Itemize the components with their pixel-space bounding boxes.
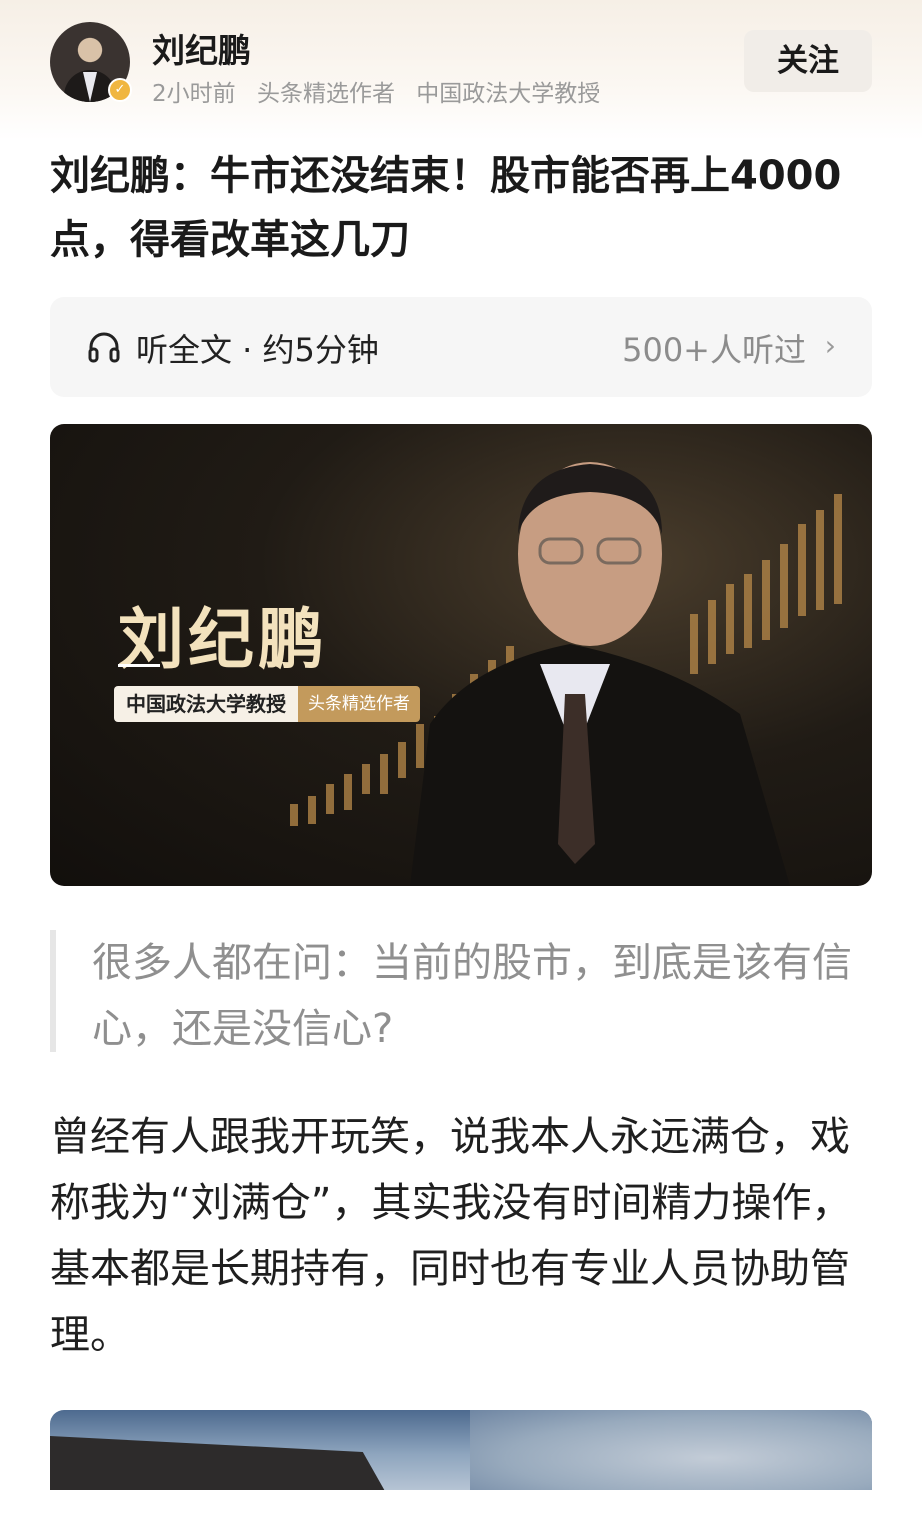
hero-divider bbox=[118, 664, 160, 667]
bottom-fade bbox=[0, 1490, 922, 1538]
author-header: ✓ 刘纪鹏 2小时前 头条精选作者 中国政法大学教授 关注 bbox=[50, 20, 872, 110]
post-time: 2小时前 bbox=[152, 81, 236, 107]
author-title: 中国政法大学教授 bbox=[416, 81, 601, 107]
listen-count: 500+人听过 bbox=[622, 331, 806, 369]
follow-button[interactable]: 关注 bbox=[744, 30, 872, 92]
article-quote: 很多人都在问：当前的股市，到底是该有信心，还是没信心? bbox=[50, 930, 872, 1052]
portrait-figure bbox=[410, 462, 790, 886]
author-meta: 2小时前 头条精选作者 中国政法大学教授 bbox=[152, 74, 614, 108]
hero-tag-badge: 头条精选作者 bbox=[298, 686, 420, 722]
listen-label: 听全文 · 约5分钟 bbox=[136, 331, 379, 369]
article-title: 刘纪鹏：牛市还没结束！股市能否再上4000点，得看改革这几刀 bbox=[50, 153, 842, 263]
chevron-right-icon: › bbox=[824, 329, 836, 362]
article-paragraph: 曾经有人跟我开玩笑，说我本人永远满仓，戏称我为“刘满仓”，其实我没有时间精力操作… bbox=[50, 1114, 852, 1358]
building-roof bbox=[50, 1436, 390, 1490]
sky-clouds bbox=[470, 1410, 872, 1490]
author-badge: 头条精选作者 bbox=[256, 81, 395, 107]
listen-full-text-bar[interactable]: 听全文 · 约5分钟 500+人听过 › bbox=[50, 297, 872, 397]
verified-badge-icon: ✓ bbox=[108, 78, 132, 102]
author-name[interactable]: 刘纪鹏 bbox=[152, 24, 251, 72]
hero-name: 刘纪鹏 bbox=[118, 601, 328, 678]
headphone-icon bbox=[88, 332, 120, 363]
hero-tag-title: 中国政法大学教授 bbox=[114, 686, 298, 722]
hero-image[interactable]: 刘纪鹏 中国政法大学教授 头条精选作者 bbox=[50, 424, 872, 886]
hero-tag: 中国政法大学教授 头条精选作者 bbox=[114, 686, 420, 722]
article-image-2[interactable] bbox=[50, 1410, 872, 1490]
